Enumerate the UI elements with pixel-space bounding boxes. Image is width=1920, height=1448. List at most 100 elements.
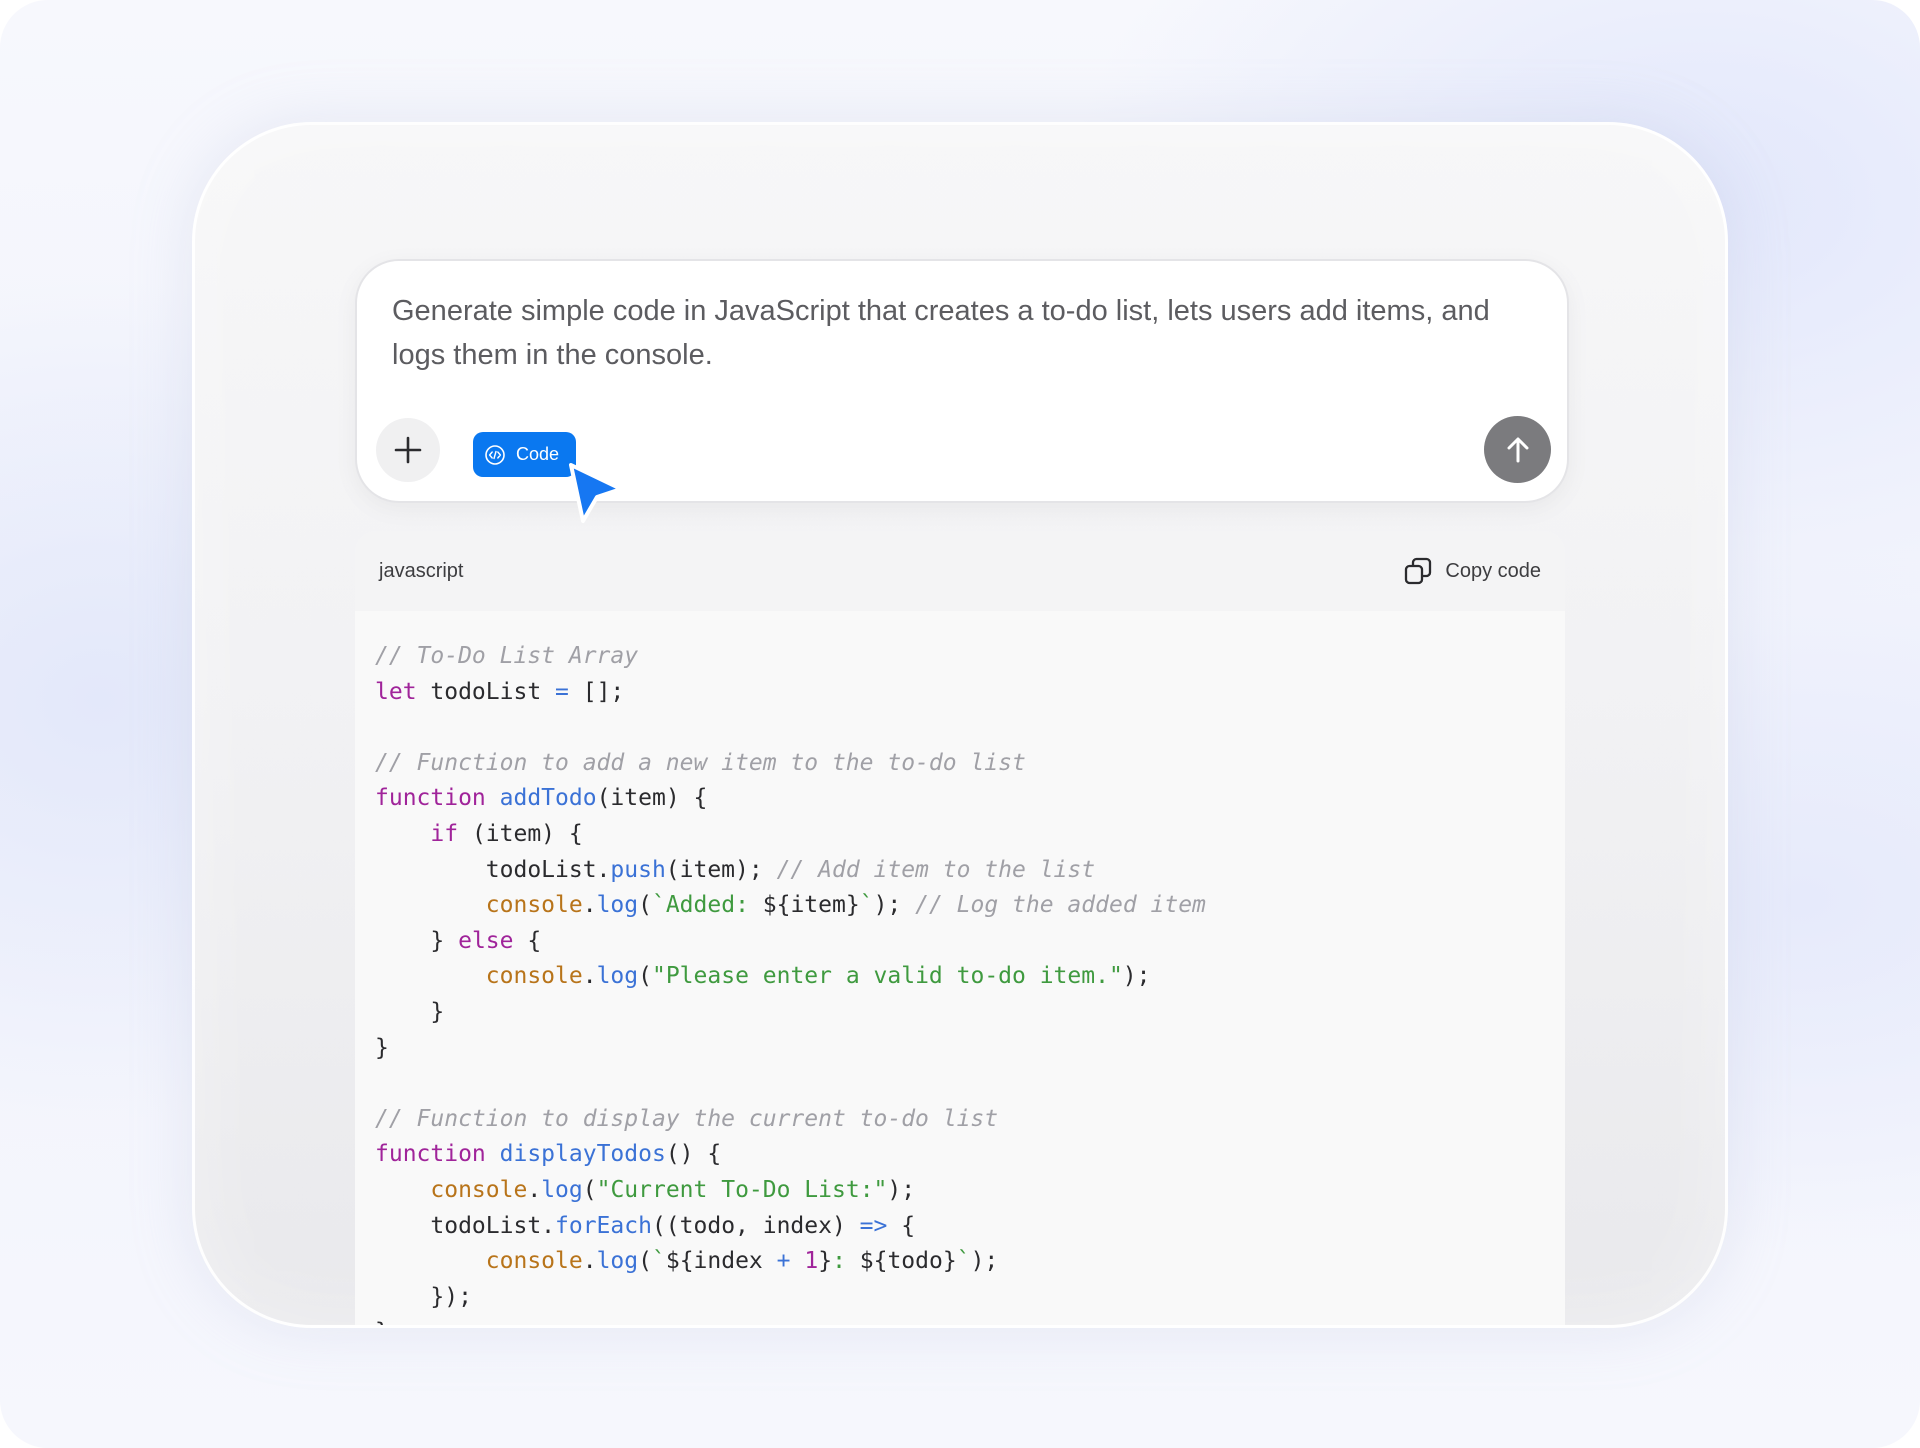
code-token: } [375, 1034, 389, 1061]
code-line: console.log(`${index + 1}: ${todo}`); [375, 1244, 1565, 1280]
code-line: console.log(`Added: ${item}`); // Log th… [375, 888, 1565, 924]
code-block: javascript Copy code // To-Do List Array… [355, 531, 1565, 1325]
code-token: ` [859, 892, 874, 919]
code-token: ( [638, 963, 652, 990]
code-token: => [859, 1212, 888, 1239]
code-token: (item); [665, 856, 777, 883]
code-line: }); [375, 1280, 1565, 1316]
code-icon [485, 444, 505, 465]
code-line: if (item) { [375, 817, 1565, 853]
code-token: . [582, 1248, 597, 1275]
code-token: todoList. [375, 1212, 556, 1239]
code-token: 1 [804, 1248, 819, 1275]
code-token: "Current To-Do List:" [596, 1176, 888, 1203]
code-token: // Function to display the current to-do… [375, 1105, 999, 1132]
code-token: else [458, 927, 514, 954]
code-token: ( [638, 1248, 652, 1275]
code-token: . [582, 963, 597, 990]
code-block-header: javascript Copy code [355, 531, 1565, 611]
code-line: console.log("Please enter a valid to-do … [375, 959, 1565, 995]
code-token: } [375, 1319, 389, 1325]
code-line: function addTodo(item) { [375, 781, 1565, 817]
code-token: addTodo [499, 785, 597, 812]
code-line: // Function to display the current to-do… [375, 1102, 1565, 1138]
code-token: // Function to add a new item to the to-… [375, 749, 1026, 776]
code-token: { [887, 1212, 916, 1239]
code-token: ${index [665, 1248, 777, 1275]
code-token: displayTodos [499, 1141, 666, 1168]
prompt-composer[interactable]: Generate simple code in JavaScript that … [355, 259, 1569, 503]
code-token: ${todo} [859, 1248, 957, 1275]
code-content: // To-Do List Array let todoList = []; // … [355, 611, 1565, 1325]
code-token: let [375, 678, 417, 705]
code-token: if [430, 820, 459, 847]
code-token: console [485, 1248, 583, 1275]
code-token: ( [582, 1176, 597, 1203]
code-token: ` [956, 1248, 971, 1275]
code-token: log [596, 892, 639, 919]
code-token: // Add item to the list [776, 856, 1096, 883]
code-line: let todoList = []; [375, 675, 1565, 711]
code-token: () { [665, 1141, 722, 1168]
code-line: console.log("Current To-Do List:"); [375, 1173, 1565, 1209]
code-token: log [541, 1176, 583, 1203]
code-token: }); [375, 1283, 472, 1310]
code-token: todoList [416, 678, 556, 705]
code-line: todoList.forEach((todo, index) => { [375, 1209, 1565, 1245]
code-token: ); [970, 1248, 999, 1275]
code-token: console [430, 1176, 528, 1203]
code-token: } [375, 927, 459, 954]
code-token: console [485, 963, 583, 990]
code-token: function [375, 785, 486, 812]
code-token: } [375, 998, 445, 1025]
code-chip-label: Code [516, 444, 560, 464]
code-token: function [375, 1141, 486, 1168]
code-token: . [527, 1176, 542, 1203]
code-line: function displayTodos() { [375, 1137, 1565, 1173]
code-token: // Log the added item [915, 892, 1206, 919]
code-token: todoList. [375, 856, 611, 883]
code-line: todoList.push(item); // Add item to the … [375, 853, 1565, 889]
plus-icon [394, 436, 422, 464]
copy-code-button[interactable]: Copy code [1403, 556, 1541, 586]
code-token: log [596, 963, 639, 990]
code-line: } [375, 995, 1565, 1031]
prompt-input[interactable]: Generate simple code in JavaScript that … [392, 289, 1512, 377]
code-token: `Added: [651, 892, 763, 919]
code-token: (item) { [596, 785, 708, 812]
code-line: } [375, 1031, 1565, 1067]
code-token: } [818, 1248, 833, 1275]
code-token: { [513, 927, 542, 954]
add-attachment-button[interactable] [376, 418, 440, 482]
code-token: log [596, 1248, 639, 1275]
code-token: ( [638, 892, 652, 919]
code-token: forEach [555, 1212, 652, 1239]
mouse-pointer-icon [569, 463, 623, 523]
code-line: // Function to add a new item to the to-… [375, 746, 1565, 782]
code-token: // To-Do List Array [375, 643, 639, 669]
code-token: ${item} [762, 892, 860, 919]
code-token: ` [651, 1248, 666, 1275]
code-token: ((todo, index) [651, 1212, 860, 1239]
code-token: ); [1122, 963, 1151, 990]
code-line: // To-Do List Array [375, 639, 1565, 675]
send-button[interactable] [1484, 416, 1551, 483]
code-token: ); [873, 892, 916, 919]
code-token: ); [887, 1176, 916, 1203]
arrow-up-icon [1507, 437, 1528, 462]
code-token: console [485, 892, 583, 919]
code-token: . [582, 892, 597, 919]
code-line: } [375, 1315, 1565, 1325]
code-language-label: javascript [379, 559, 464, 582]
code-token: = [555, 678, 569, 705]
